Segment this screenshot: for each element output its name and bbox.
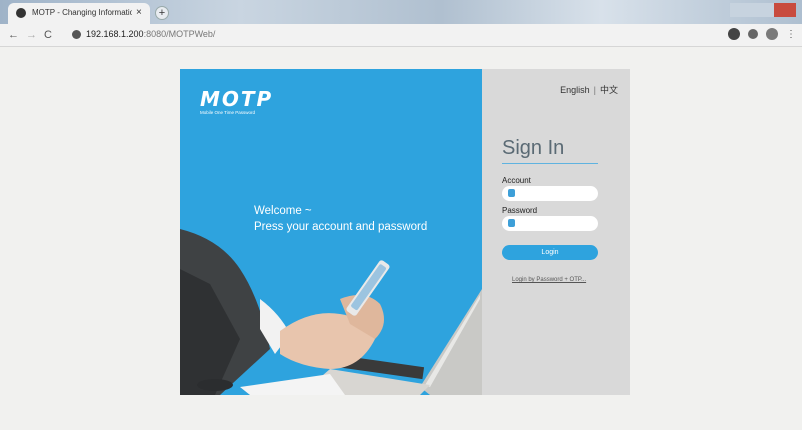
otp-login-link[interactable]: Login by Password + OTP...	[512, 277, 586, 283]
window-controls	[730, 3, 796, 17]
reload-button[interactable]: C	[44, 28, 52, 42]
forward-button[interactable]: →	[26, 28, 37, 42]
login-card: MOTP Mobile One Time Password Welcome ~ …	[180, 69, 630, 395]
extension-icon[interactable]	[728, 28, 740, 40]
url-path: :8080/MOTPWeb/	[143, 29, 216, 39]
url-host: 192.168.1.200	[86, 29, 144, 39]
menu-icon[interactable]: ⋮	[786, 28, 796, 42]
tab-close-icon[interactable]: ×	[136, 6, 142, 20]
page-content: MOTP Mobile One Time Password Welcome ~ …	[0, 47, 802, 430]
lang-separator: |	[593, 85, 596, 95]
minimize-button[interactable]	[730, 3, 752, 17]
new-tab-button[interactable]: +	[155, 6, 169, 20]
favicon-icon	[16, 8, 26, 18]
puzzle-icon[interactable]	[748, 29, 758, 39]
signin-title: Sign In	[502, 137, 565, 159]
browser-tab[interactable]: MOTP - Changing Information ×	[8, 3, 150, 24]
title-underline	[502, 163, 598, 164]
login-button[interactable]: Login	[502, 245, 598, 260]
url-input[interactable]: 192.168.1.200:8080/MOTPWeb/	[64, 27, 720, 43]
lang-english-link[interactable]: English	[560, 85, 590, 95]
url-text: 192.168.1.200:8080/MOTPWeb/	[86, 29, 215, 39]
tab-title: MOTP - Changing Information	[32, 8, 132, 17]
password-label: Password	[502, 206, 538, 215]
close-window-button[interactable]	[774, 3, 796, 17]
avatar[interactable]	[766, 28, 778, 40]
signin-panel: English | 中文 Sign In Account Password Logi…	[482, 69, 630, 395]
user-icon	[508, 189, 515, 197]
back-button[interactable]: ←	[8, 28, 19, 42]
lang-chinese-link[interactable]: 中文	[600, 85, 618, 95]
hero-illustration	[180, 229, 482, 395]
hero-panel: MOTP Mobile One Time Password Welcome ~ …	[180, 69, 482, 395]
browser-tab-bar: MOTP - Changing Information × +	[0, 0, 802, 24]
language-switcher: English | 中文	[560, 83, 618, 96]
account-field[interactable]	[502, 186, 598, 201]
password-field[interactable]	[502, 216, 598, 231]
lock-icon	[508, 219, 515, 227]
account-label: Account	[502, 176, 531, 185]
address-bar: ← → C 192.168.1.200:8080/MOTPWeb/ ⋮	[0, 24, 802, 47]
site-info-icon[interactable]	[72, 30, 81, 39]
maximize-button[interactable]	[752, 3, 774, 17]
